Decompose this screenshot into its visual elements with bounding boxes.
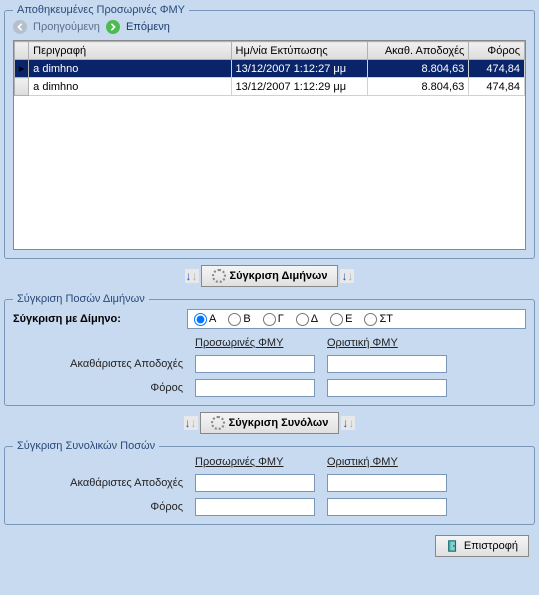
col-temp-header: Προσωρινές ΦΜΥ — [195, 456, 315, 468]
gross-label: Ακαθάριστες Αποδοχές — [13, 477, 183, 489]
cell-desc: a dimhno — [29, 60, 231, 78]
spinner-icon — [212, 269, 226, 283]
col-final-header: Οριστική ΦΜΥ — [327, 456, 447, 468]
dim-gross-final-input[interactable] — [327, 355, 447, 373]
radio-e[interactable]: Ε — [330, 313, 352, 326]
tot-gross-temp-input[interactable] — [195, 474, 315, 492]
radio-st[interactable]: ΣΤ — [364, 313, 393, 326]
compare-tot-group: Σύγκριση Συνολικών Ποσών Προσωρινές ΦΜΥ … — [4, 440, 535, 525]
arrow-down-right1[interactable]: ↓↓ — [340, 269, 354, 283]
cell-amount: 8.804,63 — [368, 60, 469, 78]
bimonth-radio-group: Α Β Γ Δ Ε ΣΤ — [187, 309, 526, 329]
cell-amount: 8.804,63 — [368, 78, 469, 96]
arrow-down-icon: ↓ — [348, 417, 354, 429]
col-temp-header: Προσωρινές ΦΜΥ — [195, 337, 315, 349]
arrow-down-left1[interactable]: ↓↓ — [185, 269, 199, 283]
return-button[interactable]: Επιστροφή — [435, 535, 529, 557]
arrow-down-icon: ↓ — [192, 270, 198, 282]
door-icon — [446, 539, 460, 553]
bottom-row: Επιστροφή — [4, 531, 535, 557]
table-row[interactable]: a dimhno 13/12/2007 1:12:29 μμ 8.804,63 … — [15, 78, 525, 96]
radio-a[interactable]: Α — [194, 313, 216, 326]
compare-dim-group: Σύγκριση Ποσών Διμήνων Σύγκριση με Δίμην… — [4, 293, 535, 406]
tax-label: Φόρος — [13, 501, 183, 513]
cell-date: 13/12/2007 1:12:29 μμ — [231, 78, 368, 96]
radio-b[interactable]: Β — [228, 313, 250, 326]
compare-dim-grid: Προσωρινές ΦΜΥ Οριστική ΦΜΥ Ακαθάριστες … — [13, 337, 526, 397]
compare-tot-grid: Προσωρινές ΦΜΥ Οριστική ΦΜΥ Ακαθάριστες … — [13, 456, 526, 516]
gross-label: Ακαθάριστες Αποδοχές — [13, 358, 183, 370]
col-amount[interactable]: Ακαθ. Αποδοχές — [368, 42, 469, 60]
arrow-down-right2[interactable]: ↓↓ — [341, 416, 355, 430]
col-desc[interactable]: Περιγραφή — [29, 42, 231, 60]
arrow-down-icon: ↓ — [347, 270, 353, 282]
nav-row: Προηγούμενη Επόμενη — [13, 20, 526, 34]
tot-tax-final-input[interactable] — [327, 498, 447, 516]
dim-tax-final-input[interactable] — [327, 379, 447, 397]
cell-tax: 474,84 — [469, 78, 525, 96]
next-icon — [106, 20, 120, 34]
saved-fmy-legend: Αποθηκευμένες Προσωρινές ΦΜΥ — [13, 4, 189, 16]
tax-label: Φόρος — [13, 382, 183, 394]
radio-g[interactable]: Γ — [263, 313, 284, 326]
cell-desc: a dimhno — [29, 78, 231, 96]
compare-dim-button-label: Σύγκριση Διμήνων — [230, 270, 328, 282]
dim-gross-temp-input[interactable] — [195, 355, 315, 373]
col-date[interactable]: Ημ/νία Εκτύπωσης — [231, 42, 368, 60]
saved-table: Περιγραφή Ημ/νία Εκτύπωσης Ακαθ. Αποδοχέ… — [14, 41, 525, 96]
cell-date: 13/12/2007 1:12:27 μμ — [231, 60, 368, 78]
compare-tot-button-label: Σύγκριση Συνόλων — [229, 417, 329, 429]
arrow-down-left2[interactable]: ↓↓ — [184, 416, 198, 430]
col-tax[interactable]: Φόρος — [469, 42, 525, 60]
saved-fmy-group: Αποθηκευμένες Προσωρινές ΦΜΥ Προηγούμενη… — [4, 4, 535, 259]
cell-tax: 474,84 — [469, 60, 525, 78]
next-label[interactable]: Επόμενη — [126, 21, 170, 33]
compare-dim-legend: Σύγκριση Ποσών Διμήνων — [13, 293, 149, 305]
dim-tax-temp-input[interactable] — [195, 379, 315, 397]
row-marker — [15, 78, 29, 96]
arrow-down-icon: ↓ — [191, 417, 197, 429]
tot-gross-final-input[interactable] — [327, 474, 447, 492]
return-button-label: Επιστροφή — [464, 540, 518, 552]
prev-icon — [13, 20, 27, 34]
compare-dim-button[interactable]: Σύγκριση Διμήνων — [201, 265, 339, 287]
col-marker[interactable] — [15, 42, 29, 60]
col-final-header: Οριστική ΦΜΥ — [327, 337, 447, 349]
spinner-icon — [211, 416, 225, 430]
compare-tot-legend: Σύγκριση Συνολικών Ποσών — [13, 440, 159, 452]
table-wrap[interactable]: Περιγραφή Ημ/νία Εκτύπωσης Ακαθ. Αποδοχέ… — [13, 40, 526, 250]
compare-tot-button[interactable]: Σύγκριση Συνόλων — [200, 412, 340, 434]
compare-dim-action-row: ↓↓ Σύγκριση Διμήνων ↓↓ — [4, 265, 535, 287]
tot-tax-temp-input[interactable] — [195, 498, 315, 516]
table-row[interactable]: ▸ a dimhno 13/12/2007 1:12:27 μμ 8.804,6… — [15, 60, 525, 78]
compare-tot-action-row: ↓↓ Σύγκριση Συνόλων ↓↓ — [4, 412, 535, 434]
row-marker: ▸ — [15, 60, 29, 78]
compare-with-label: Σύγκριση με Δίμηνο: — [13, 313, 183, 325]
radio-d[interactable]: Δ — [296, 313, 318, 326]
prev-label[interactable]: Προηγούμενη — [33, 21, 100, 33]
